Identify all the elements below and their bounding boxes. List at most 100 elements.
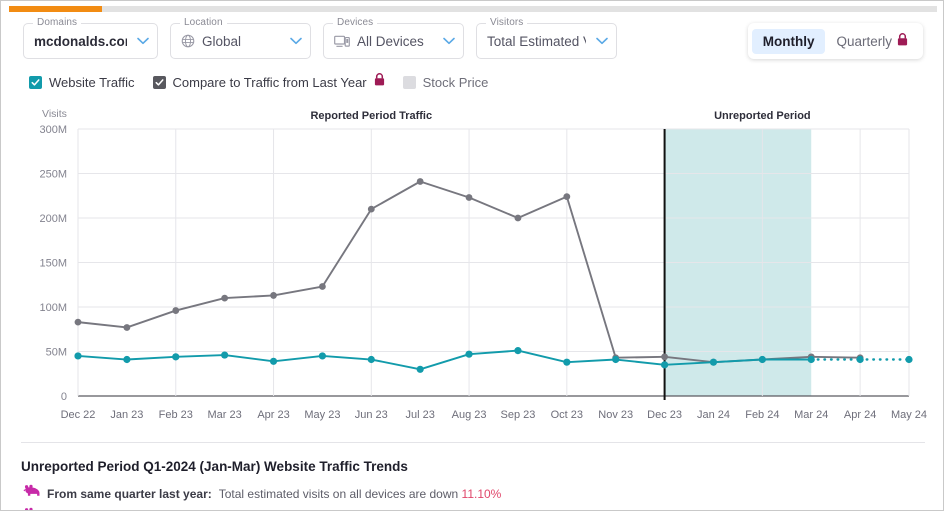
- y-tick-label: 100M: [39, 302, 67, 314]
- series-point: [270, 292, 277, 299]
- footer-title: Unreported Period Q1-2024 (Jan-Mar) Webs…: [21, 459, 408, 474]
- y-tick-label: 300M: [39, 124, 67, 136]
- series-segment: [174, 297, 226, 312]
- series-point: [123, 324, 131, 331]
- page-load-progress-fill: [9, 6, 102, 12]
- traffic-insights-panel: Domains mcdonalds.com Location Global De…: [0, 0, 944, 511]
- x-tick-label: Jul 23: [405, 409, 434, 421]
- y-axis-title: Visits: [42, 108, 67, 120]
- location-dropdown[interactable]: Location Global: [170, 17, 311, 59]
- checkbox-website-traffic-label: Website Traffic: [49, 74, 135, 90]
- x-tick-label: Dec 23: [647, 409, 682, 421]
- footer-insight-body: Total estimated visits on all devices ar…: [218, 486, 462, 501]
- visitors-label: Visitors: [486, 17, 528, 29]
- filter-bar: Domains mcdonalds.com Location Global De…: [23, 17, 617, 59]
- series-point: [319, 283, 326, 290]
- devices-value: All Devices: [357, 33, 424, 49]
- x-tick-label: Apr 23: [257, 409, 289, 421]
- chevron-down-icon: [596, 37, 608, 45]
- x-tick-label: Jan 23: [110, 409, 143, 421]
- series-point: [74, 318, 82, 326]
- tab-quarterly[interactable]: Quarterly: [825, 28, 919, 54]
- x-tick-label: Feb 23: [159, 409, 193, 421]
- x-tick-label: May 24: [891, 409, 927, 421]
- page-load-progress-bar: [9, 6, 937, 12]
- visitors-dropdown[interactable]: Visitors Total Estimated Vis…: [476, 17, 617, 59]
- lock-icon: [897, 33, 908, 49]
- x-tick-label: Mar 24: [794, 409, 828, 421]
- lock-icon: [374, 73, 385, 91]
- series-segment: [614, 355, 666, 359]
- series-segment: [272, 285, 324, 297]
- visitors-value: Total Estimated Vis…: [487, 33, 586, 49]
- checkbox-stock-price[interactable]: Stock Price: [402, 74, 489, 90]
- checkbox-stock-price-label: Stock Price: [422, 74, 489, 90]
- checked-box-icon: [152, 75, 166, 89]
- traffic-line-chart[interactable]: 0 50M 100M 150M 200M 250M 300M Visits Dec 22 Jan …: [1, 101, 943, 436]
- tab-monthly[interactable]: Monthly: [751, 28, 826, 54]
- x-tick-label: Jun 23: [355, 409, 388, 421]
- x-tick-label: Feb 24: [745, 409, 779, 421]
- bear-icon: [23, 484, 40, 503]
- series-segment: [419, 180, 471, 199]
- series-point: [661, 353, 668, 361]
- series-point: [905, 355, 913, 364]
- x-tick-label: Dec 22: [61, 409, 96, 421]
- series-segment: [810, 355, 862, 359]
- checkbox-compare-last-year[interactable]: Compare to Traffic from Last Year: [152, 73, 385, 91]
- checkbox-compare-last-year-label: Compare to Traffic from Last Year: [172, 74, 367, 90]
- devices-dropdown[interactable]: Devices All Devices: [323, 17, 464, 59]
- footer-insight-text: Total estimated visits on all devices ar…: [219, 487, 502, 501]
- granularity-toggle-group: Monthly Quarterly: [747, 23, 923, 59]
- location-value: Global: [202, 33, 242, 49]
- series-point: [758, 355, 766, 364]
- reported-period-label: Reported Period Traffic: [310, 110, 432, 122]
- checked-box-icon: [29, 75, 42, 89]
- series-point: [123, 355, 131, 364]
- series-segment: [174, 354, 226, 358]
- chevron-down-icon: [443, 37, 455, 45]
- series-point: [465, 194, 473, 201]
- devices-icon: [334, 35, 350, 48]
- series-point: [514, 214, 522, 222]
- tab-quarterly-label: Quarterly: [836, 33, 892, 49]
- footer-insight-row-2: [23, 507, 40, 510]
- series-segment: [516, 349, 568, 364]
- y-tick-label: 200M: [39, 213, 67, 225]
- location-label: Location: [180, 17, 227, 29]
- series-segment: [516, 195, 568, 219]
- series-segment: [77, 321, 128, 329]
- series-point: [660, 361, 669, 369]
- series-segment: [321, 354, 373, 361]
- footer-divider: [21, 442, 925, 443]
- series-segment: [419, 353, 471, 371]
- y-tick-label: 250M: [39, 169, 67, 181]
- chevron-down-icon: [137, 37, 149, 45]
- series-segment: [272, 354, 324, 363]
- series-point: [465, 350, 473, 358]
- series-point: [416, 365, 424, 373]
- series-point: [318, 352, 327, 360]
- chevron-down-icon: [290, 37, 302, 45]
- series-point: [856, 355, 864, 364]
- series-segment: [370, 358, 422, 371]
- series-point: [74, 352, 82, 360]
- series-point: [563, 358, 571, 366]
- checkbox-website-traffic[interactable]: Website Traffic: [29, 75, 135, 90]
- x-tick-label: Apr 24: [844, 409, 876, 421]
- footer-insight-lead: From same quarter last year:: [47, 486, 212, 501]
- footer-insight-percent: 11.10%: [461, 486, 502, 501]
- series-point: [172, 307, 180, 314]
- bear-icon: [23, 507, 40, 510]
- unchecked-box-icon: [402, 75, 416, 89]
- series-segment: [614, 358, 666, 366]
- domains-dropdown[interactable]: Domains mcdonalds.com: [23, 17, 158, 59]
- series-point: [269, 357, 278, 365]
- series-point: [416, 178, 424, 185]
- series-segment: [565, 195, 617, 359]
- x-tick-label: May 23: [304, 409, 340, 421]
- series-toggle-row: Website Traffic Compare to Traffic from …: [29, 73, 488, 91]
- tab-monthly-label: Monthly: [762, 33, 815, 49]
- series-segment: [223, 294, 275, 300]
- series-segment: [321, 208, 373, 288]
